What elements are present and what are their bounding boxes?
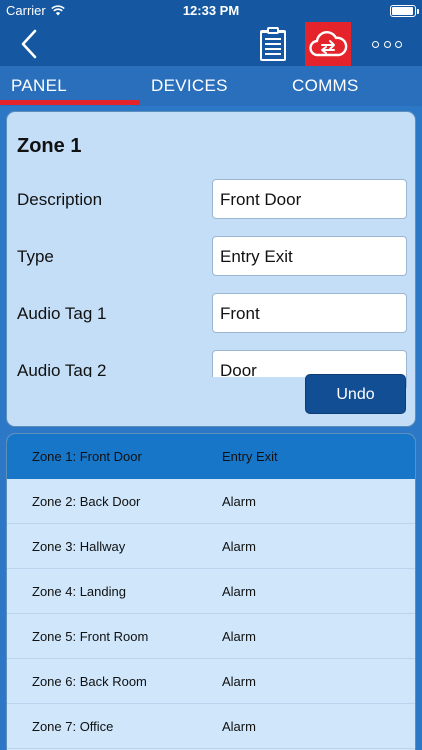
zone-name: Zone 1: Front Door [32,449,142,464]
zone-name: Zone 7: Office [32,719,114,734]
app-screen: Carrier 12:33 PM PANEL DEVICES COMMS Zon… [0,0,422,750]
list-item[interactable]: Zone 1: Front Door Entry Exit [7,434,415,479]
battery-icon [390,5,419,17]
more-button[interactable] [372,36,402,52]
zone-type: Alarm [222,494,256,509]
nav-bar [0,22,422,66]
type-field[interactable]: Entry Exit [212,236,407,276]
list-item[interactable]: Zone 2: Back Door Alarm [7,479,415,524]
more-icon-dot [395,40,402,48]
zone-type: Alarm [222,674,256,689]
description-label: Description [17,190,103,209]
status-time: 12:33 PM [182,3,240,18]
list-item[interactable]: Zone 7: Office Alarm [7,704,415,749]
zone-name: Zone 6: Back Room [32,674,147,689]
battery-level [392,7,413,15]
panel-scroll-clip [7,377,307,426]
list-item[interactable]: Zone 4: Landing Alarm [7,569,415,614]
list-item[interactable]: Zone 6: Back Room Alarm [7,659,415,704]
status-bar: Carrier 12:33 PM [0,0,422,22]
zone-type: Entry Exit [222,449,278,464]
zone-type: Alarm [222,719,256,734]
zone-name: Zone 2: Back Door [32,494,141,509]
zone-title: Zone 1 [17,135,82,157]
zone-list[interactable]: Zone 1: Front Door Entry Exit Zone 2: Ba… [6,433,416,750]
type-label: Type [17,247,54,266]
active-tab-indicator [0,100,140,105]
back-button[interactable] [14,28,44,60]
chevron-left-icon [21,29,37,59]
zone-name: Zone 3: Hallway [32,539,126,554]
list-item[interactable]: Zone 5: Front Room Alarm [7,614,415,659]
main-content: Zone 1 Description Front Door Type Entry… [0,106,422,750]
cloud-sync-button[interactable] [305,22,351,66]
description-field[interactable]: Front Door [212,179,407,219]
zone-type: Alarm [222,629,256,644]
tab-devices[interactable]: DEVICES [151,66,228,106]
more-icon-dot [372,40,379,48]
audio-tag-1-label: Audio Tag 1 [17,304,107,323]
zone-detail-panel: Zone 1 Description Front Door Type Entry… [6,111,416,427]
audio-tag-1-field[interactable]: Front [212,293,407,333]
cloud-sync-icon [309,31,348,57]
clipboard-icon[interactable] [258,25,288,63]
zone-name: Zone 4: Landing [32,584,126,599]
undo-button[interactable]: Undo [305,374,406,414]
more-icon-dot [383,40,391,48]
tab-comms[interactable]: COMMS [292,66,359,106]
zone-name: Zone 5: Front Room [32,629,149,644]
zone-type: Alarm [222,539,256,554]
zone-type: Alarm [222,584,256,599]
list-item[interactable]: Zone 3: Hallway Alarm [7,524,415,569]
